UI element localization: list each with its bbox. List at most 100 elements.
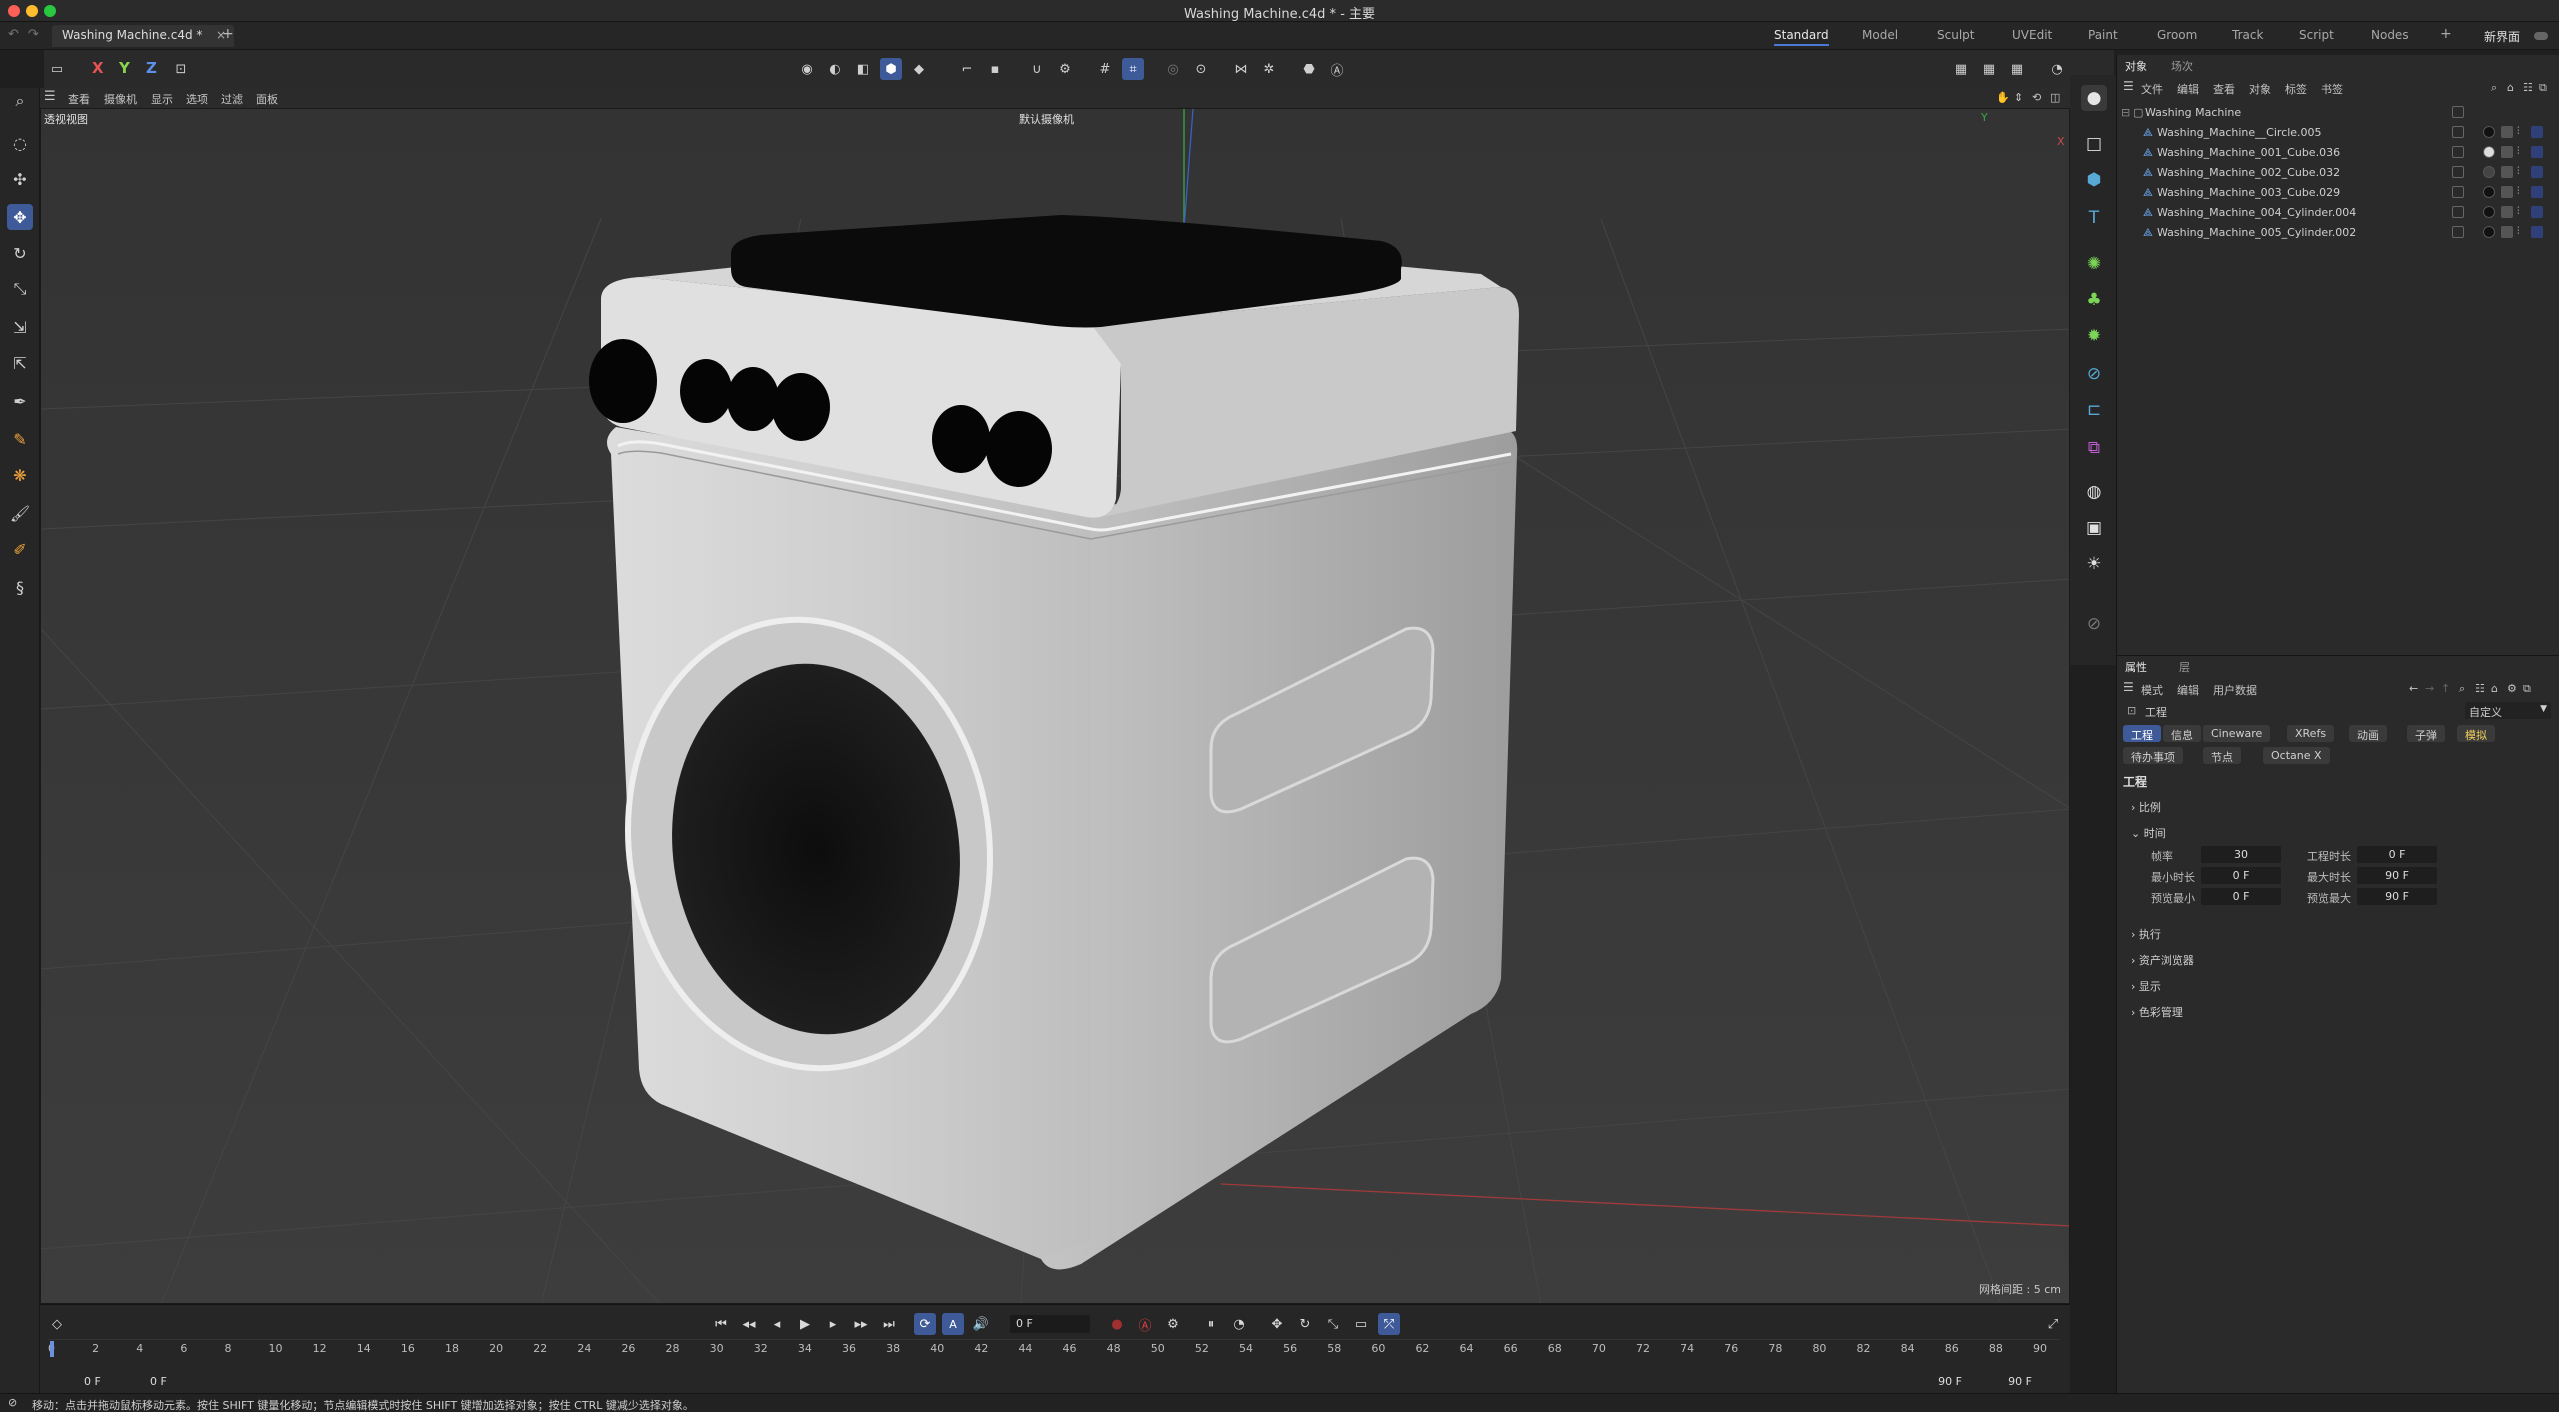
- visibility-check[interactable]: [2452, 166, 2464, 178]
- modeling-settings-icon[interactable]: ✲: [1258, 58, 1280, 80]
- section-asset-browser[interactable]: › 资产浏览器: [2131, 952, 2194, 968]
- phong-tag-icon[interactable]: ⫶: [2517, 206, 2529, 218]
- om-hamburger-icon[interactable]: ☰: [2123, 79, 2134, 93]
- om-expand-icon[interactable]: ⧉: [2539, 81, 2547, 95]
- tab-xrefs[interactable]: XRefs: [2287, 725, 2335, 742]
- am-menu-mode[interactable]: 模式: [2141, 682, 2163, 698]
- next-frame-icon[interactable]: ▸: [822, 1313, 844, 1335]
- loop-icon[interactable]: ⟳: [914, 1313, 936, 1335]
- spline-pen-icon[interactable]: ✒: [7, 388, 33, 414]
- sound-icon[interactable]: 🔊: [970, 1313, 992, 1335]
- tab-nodes[interactable]: 节点: [2203, 747, 2241, 764]
- preview-end-field[interactable]: 90 F: [1908, 1373, 1968, 1391]
- rotate-tool-icon[interactable]: ↻: [7, 240, 33, 266]
- om-home-icon[interactable]: ⌂: [2507, 81, 2514, 94]
- uv-tag-icon[interactable]: [2501, 166, 2513, 178]
- interpolation-icon[interactable]: ⤱: [1378, 1313, 1400, 1335]
- previous-key-icon[interactable]: ◂◂: [738, 1313, 760, 1335]
- section-time[interactable]: ⌄ 时间: [2131, 825, 2166, 841]
- tree-root-row[interactable]: ⊟ ▢ Washing Machine: [2117, 103, 2559, 123]
- phong-tag-icon[interactable]: ⫶: [2517, 166, 2529, 178]
- om-menu-bookmarks[interactable]: 书签: [2321, 81, 2343, 97]
- layout-tab-standard[interactable]: Standard: [1774, 28, 1829, 46]
- settings-tool-icon[interactable]: ✣: [7, 166, 33, 192]
- visibility-check[interactable]: [2452, 126, 2464, 138]
- list-item[interactable]: ⟁ Washing_Machine_002_Cube.032 ⫶: [2117, 163, 2559, 183]
- text-icon[interactable]: T: [2081, 205, 2107, 231]
- go-to-start-icon[interactable]: ⏮: [710, 1313, 732, 1335]
- axis-x-toggle[interactable]: X: [92, 59, 104, 77]
- material-tag-icon[interactable]: [2483, 226, 2495, 238]
- previous-frame-icon[interactable]: ◂: [766, 1313, 788, 1335]
- layout-tab-sculpt[interactable]: Sculpt: [1937, 28, 1974, 42]
- menu-filter[interactable]: 过滤: [221, 91, 243, 107]
- material-tag-icon[interactable]: [2483, 126, 2495, 138]
- timeline-expand-icon[interactable]: ⤢: [2042, 1313, 2064, 1335]
- add-layout-button[interactable]: +: [2440, 26, 2452, 42]
- layout-tab-track[interactable]: Track: [2232, 28, 2263, 42]
- list-item[interactable]: ⟁ Washing_Machine_003_Cube.029 ⫶: [2117, 183, 2559, 203]
- phong-tag-icon[interactable]: ⫶: [2517, 186, 2529, 198]
- auto-icon[interactable]: Ⓐ: [1326, 58, 1348, 80]
- uv-mode-icon[interactable]: ◆: [908, 58, 930, 80]
- key-pla-icon[interactable]: ▭: [1350, 1313, 1372, 1335]
- am-search-icon[interactable]: ⌕: [2459, 682, 2465, 696]
- axis-y-toggle[interactable]: Y: [119, 59, 130, 77]
- coordinate-system-icon[interactable]: ⊡: [170, 58, 192, 80]
- collapse-icon[interactable]: ⊟: [2121, 106, 2130, 119]
- am-menu-userdata[interactable]: 用户数据: [2213, 682, 2257, 698]
- selection-tag-icon[interactable]: [2531, 186, 2543, 198]
- tab-todo[interactable]: 待办事项: [2123, 747, 2183, 764]
- tab-octane[interactable]: Octane X: [2263, 747, 2330, 764]
- knife-tool-icon[interactable]: ✐: [7, 536, 33, 562]
- lock-icon[interactable]: ⌂: [2491, 682, 2498, 695]
- play-icon[interactable]: ▶: [794, 1313, 816, 1335]
- new-tab-button[interactable]: +: [222, 26, 234, 42]
- tab-info[interactable]: 信息: [2163, 725, 2201, 742]
- fps-field[interactable]: 30: [2201, 846, 2281, 863]
- toggle-icon[interactable]: [2534, 32, 2548, 40]
- list-item[interactable]: ⟁ Washing_Machine_004_Cylinder.004 ⫶: [2117, 203, 2559, 223]
- om-search-icon[interactable]: ⌕: [2491, 81, 2497, 95]
- tab-simulation[interactable]: 模拟: [2457, 725, 2495, 742]
- null-object-icon[interactable]: □: [2081, 131, 2107, 157]
- key-rotation-icon[interactable]: ◔: [1228, 1313, 1250, 1335]
- light-bulb-icon[interactable]: ●: [2081, 85, 2107, 111]
- om-filter-icon[interactable]: ☷: [2523, 81, 2533, 94]
- material-tag-icon[interactable]: [2483, 146, 2495, 158]
- effector-icon[interactable]: ✹: [2081, 323, 2107, 349]
- tab-layers[interactable]: 层: [2179, 659, 2190, 675]
- max-time-field[interactable]: 90 F: [2357, 867, 2437, 884]
- om-menu-object[interactable]: 对象: [2249, 81, 2271, 97]
- preview-start-field[interactable]: 0 F: [144, 1373, 204, 1391]
- am-expand-icon[interactable]: ⧉: [2523, 682, 2531, 696]
- list-item[interactable]: ⟁ Washing_Machine_001_Cube.036 ⫶: [2117, 143, 2559, 163]
- volume-icon[interactable]: ⧉: [2081, 435, 2107, 461]
- autokey-icon[interactable]: Ⓐ: [1134, 1313, 1156, 1335]
- am-settings-icon[interactable]: ⚙: [2507, 682, 2517, 695]
- visibility-check[interactable]: [2452, 206, 2464, 218]
- cube-icon[interactable]: ⬢: [2081, 167, 2107, 193]
- rotate-scale-tool-icon[interactable]: ⇱: [7, 350, 33, 376]
- tab-project[interactable]: 工程: [2123, 725, 2161, 742]
- am-hamburger-icon[interactable]: ☰: [2123, 680, 2134, 694]
- render-picture-icon[interactable]: ▦: [1978, 58, 2000, 80]
- min-time-field[interactable]: 0 F: [2201, 867, 2281, 884]
- menu-camera[interactable]: 摄像机: [104, 91, 137, 107]
- field-icon[interactable]: ⊏: [2081, 397, 2107, 423]
- menu-display[interactable]: 显示: [151, 91, 173, 107]
- om-menu-edit[interactable]: 编辑: [2177, 81, 2199, 97]
- paint-brush-icon[interactable]: 🖌: [7, 500, 33, 526]
- forward-arrow-icon[interactable]: →: [2425, 682, 2434, 695]
- selection-tag-icon[interactable]: [2531, 146, 2543, 158]
- axis-z-toggle[interactable]: Z: [146, 59, 157, 77]
- section-color-management[interactable]: › 色彩管理: [2131, 1004, 2183, 1020]
- om-menu-view[interactable]: 查看: [2213, 81, 2235, 97]
- edges-mode-icon[interactable]: ◐: [824, 58, 846, 80]
- sculpt-brush-icon[interactable]: ❋: [7, 462, 33, 488]
- menu-view[interactable]: 查看: [68, 91, 90, 107]
- move-tool-icon[interactable]: ✥: [7, 204, 33, 230]
- symmetry-icon[interactable]: ⋈: [1230, 58, 1252, 80]
- camera-label[interactable]: 默认摄像机: [1019, 111, 1074, 127]
- snap-settings-icon[interactable]: ⚙: [1054, 58, 1076, 80]
